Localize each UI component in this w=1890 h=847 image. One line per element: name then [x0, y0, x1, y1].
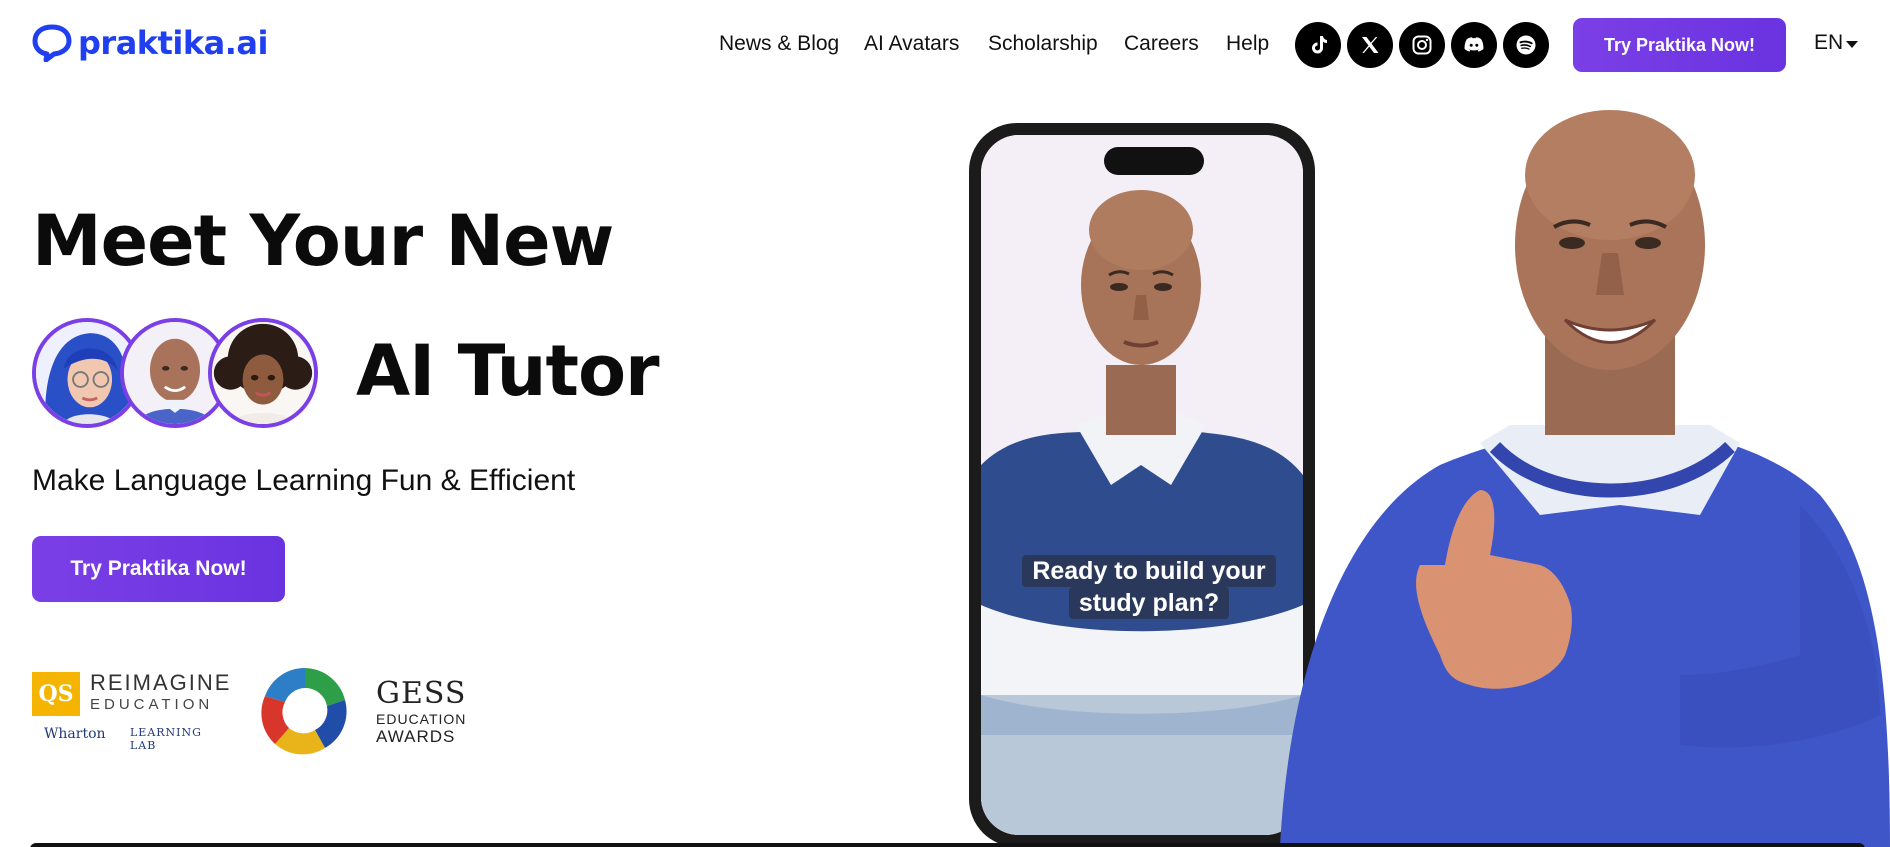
qs-line2: EDUCATION — [90, 696, 214, 713]
qs-reimagine-education-award: QS REIMAGINE EDUCATION Wharton LEARNING … — [32, 670, 232, 752]
qs-badge: QS — [32, 672, 80, 716]
hero-title-line2: AI Tutor — [356, 330, 660, 412]
spotify-icon[interactable] — [1503, 22, 1549, 68]
instagram-icon[interactable] — [1399, 22, 1445, 68]
tiktok-icon[interactable] — [1295, 22, 1341, 68]
ai-tutor-thumbs-up-image — [1280, 110, 1890, 847]
nav-ai-avatars[interactable]: AI Avatars — [864, 32, 959, 56]
gess-line3: AWARDS — [376, 727, 456, 746]
try-praktika-header-button[interactable]: Try Praktika Now! — [1573, 18, 1786, 72]
praktika-logo[interactable]: praktika.ai — [32, 24, 268, 62]
gess-education-award: GESS EDUCATION AWARDS — [376, 676, 466, 747]
qs-line1: REIMAGINE — [90, 670, 232, 695]
chat-bubble-logo-icon — [32, 24, 72, 62]
language-label: EN — [1814, 31, 1844, 54]
qs-line4: LEARNING LAB — [130, 726, 202, 752]
hero-title-line1: Meet Your New — [32, 200, 614, 282]
discord-icon[interactable] — [1451, 22, 1497, 68]
gess-ring-logo-icon — [261, 667, 347, 755]
gess-line1: GESS — [376, 676, 467, 711]
section-divider — [30, 843, 1865, 847]
caption-line2: study plan? — [1068, 587, 1230, 619]
dynamic-island — [1104, 147, 1204, 175]
site-header: praktika.ai News & Blog AI Avatars Schol… — [0, 0, 1890, 90]
avatar-group — [32, 318, 332, 428]
nav-scholarship[interactable]: Scholarship — [988, 32, 1098, 56]
nav-help[interactable]: Help — [1226, 32, 1269, 56]
language-selector[interactable]: EN — [1814, 31, 1859, 55]
nav-news-blog[interactable]: News & Blog — [719, 32, 839, 56]
hero-subtitle: Make Language Learning Fun & Efficient — [32, 464, 576, 497]
chevron-down-icon — [1846, 41, 1859, 48]
curly-haired-avatar — [208, 318, 318, 428]
try-praktika-hero-button[interactable]: Try Praktika Now! — [32, 536, 285, 602]
gess-line2: EDUCATION — [376, 711, 467, 727]
x-icon[interactable] — [1347, 22, 1393, 68]
caption-line1: Ready to build your — [1022, 555, 1276, 587]
qs-line3: Wharton — [44, 726, 106, 742]
logo-text: praktika.ai — [78, 24, 268, 62]
nav-careers[interactable]: Careers — [1124, 32, 1199, 56]
